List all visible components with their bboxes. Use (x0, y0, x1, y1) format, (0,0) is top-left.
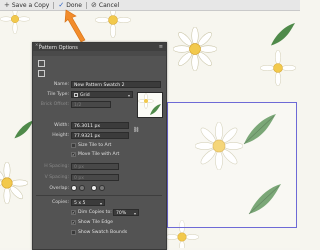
name-field[interactable]: New Pattern Swatch 2 (71, 81, 161, 88)
move-tile-label: Move Tile with Art (78, 152, 120, 157)
daisy-flower-3 (0, 162, 28, 204)
cancel-button[interactable]: ⊘ Cancel (91, 2, 119, 9)
dim-copies-value: 70% (116, 211, 127, 216)
save-copy-button[interactable]: + Save a Copy (4, 2, 49, 9)
brick-offset-select[interactable]: 1/2 (71, 101, 111, 108)
tile-type-grid-icon (74, 92, 78, 97)
v-spacing-label: V Spacing: (44, 175, 69, 180)
divider (36, 195, 162, 196)
swatch-preview (137, 92, 163, 118)
divider (53, 1, 55, 9)
v-spacing-field[interactable]: 0 px (71, 174, 119, 181)
height-field[interactable]: 77.9321 px (71, 132, 129, 139)
chevron-down-icon: ▾ (127, 93, 130, 98)
size-tile-checkbox[interactable] (71, 143, 76, 148)
overlap-label: Overlap: (49, 186, 69, 191)
height-label: Height: (52, 133, 69, 138)
pattern-tile-tool-icon[interactable] (38, 60, 45, 67)
panel-tab-strip (33, 51, 166, 56)
tile-type-select[interactable]: Grid ▾ (71, 91, 133, 98)
show-swatch-bounds-label: Show Swatch Bounds (78, 230, 128, 235)
daisy-preview-icon (138, 93, 161, 115)
brick-offset-label: Brick Offset: (40, 102, 69, 107)
leaf-3 (271, 23, 295, 46)
daisy-flower-5 (0, 10, 30, 34)
chevron-down-icon: ▾ (133, 211, 136, 216)
width-field[interactable]: 76.3011 px (71, 122, 129, 129)
save-copy-label: Save a Copy (11, 1, 50, 9)
plus-icon: + (4, 1, 10, 9)
panel-menu-icon[interactable]: ≡ (159, 44, 163, 50)
move-tile-checkbox[interactable]: ✓ (71, 152, 76, 157)
dim-copies-select[interactable]: 70% ▾ (113, 209, 139, 216)
cancel-icon: ⊘ (91, 1, 97, 9)
dim-copies-checkbox[interactable]: ✓ (71, 210, 76, 215)
show-swatch-bounds-checkbox[interactable] (71, 230, 76, 235)
daisy-flower-4 (260, 50, 296, 86)
copies-select[interactable]: 5 x 5 ▾ (71, 199, 105, 206)
copies-label: Copies: (52, 200, 69, 205)
dim-copies-label: Dim Copies to: (78, 210, 112, 215)
show-tile-edge-checkbox[interactable]: ✓ (71, 220, 76, 225)
show-tile-edge-label: Show Tile Edge (78, 220, 113, 225)
copies-value: 5 x 5 (74, 201, 86, 206)
pattern-tile-tool-icon-2[interactable] (38, 70, 45, 77)
daisy-flower-1 (173, 27, 217, 71)
name-label: Name: (53, 82, 69, 87)
pattern-tile-bounds[interactable] (167, 102, 297, 228)
link-icon[interactable]: ⛓ (133, 127, 139, 133)
cancel-label: Cancel (98, 1, 120, 9)
size-tile-label: Size Tile to Art (78, 143, 112, 148)
callout-arrow-icon (64, 9, 86, 43)
chevron-down-icon: ▾ (99, 201, 102, 206)
overlap-left-in-front-button[interactable] (71, 185, 77, 191)
pattern-edit-bar: + Save a Copy ✓ Done ⊘ Cancel (0, 0, 300, 11)
pattern-options-panel: ×× Pattern Options ≡ Name: New Pattern S… (32, 42, 167, 250)
daisy-flower-6 (95, 10, 131, 38)
overlap-top-in-front-button[interactable] (91, 185, 97, 191)
h-spacing-field[interactable]: 0 px (71, 163, 119, 170)
overlap-bottom-in-front-button[interactable] (99, 185, 105, 191)
tile-type-label: Tile Type: (47, 92, 69, 97)
width-label: Width: (54, 123, 69, 128)
panel-header[interactable]: ×× Pattern Options ≡ (33, 42, 166, 51)
overlap-right-in-front-button[interactable] (79, 185, 85, 191)
tile-type-value: Grid (80, 93, 90, 98)
h-spacing-label: H Spacing: (44, 164, 69, 169)
